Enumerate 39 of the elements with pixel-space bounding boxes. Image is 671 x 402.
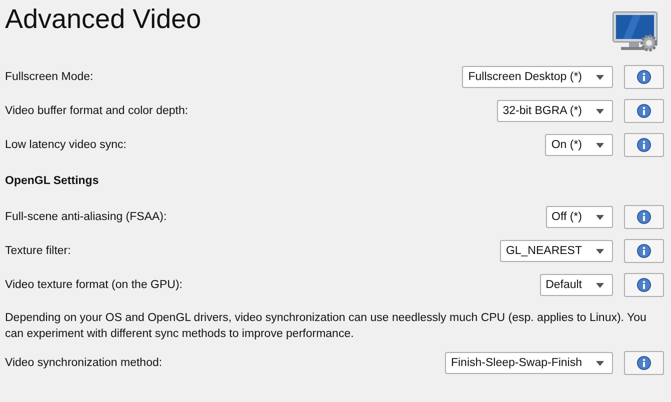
setting-label: Low latency video sync: xyxy=(5,139,128,151)
info-icon xyxy=(637,356,651,370)
info-button[interactable] xyxy=(624,273,664,297)
info-button[interactable] xyxy=(624,133,664,157)
setting-label: Fullscreen Mode: xyxy=(5,71,94,83)
dropdown[interactable]: Finish-Sleep-Swap-Finish xyxy=(444,352,613,374)
caret-icon xyxy=(596,360,604,366)
description-text: Depending on your OS and OpenGL drivers, video synchronization can use needlessly much CPU (esp. applies to Linux). You can experiment with different sync methods to improve performance. xyxy=(5,311,648,342)
setting-label: Video buffer format and color depth: xyxy=(5,105,190,117)
dropdown[interactable]: Default xyxy=(540,274,613,296)
setting-label: Texture filter: xyxy=(5,245,72,257)
info-icon xyxy=(637,70,651,84)
dropdown[interactable]: On (*) xyxy=(545,134,613,156)
info-icon xyxy=(637,244,651,258)
info-icon xyxy=(637,278,651,292)
setting-label: Video texture format (on the GPU): xyxy=(5,279,184,291)
caret-icon xyxy=(596,108,604,114)
section-heading: OpenGL Settings xyxy=(5,174,100,189)
dropdown[interactable]: 32-bit BGRA (*) xyxy=(496,100,613,122)
setting-label: Full-scene anti-aliasing (FSAA): xyxy=(5,211,168,223)
page-title: Advanced Video xyxy=(5,4,202,35)
dropdown[interactable]: GL_NEAREST xyxy=(500,240,613,262)
dropdown[interactable]: Fullscreen Desktop (*) xyxy=(462,66,613,88)
monitor-gear-icon xyxy=(611,10,659,52)
info-button[interactable] xyxy=(624,99,664,123)
caret-icon xyxy=(596,214,604,220)
info-icon xyxy=(637,210,651,224)
info-button[interactable] xyxy=(624,205,664,229)
info-button[interactable] xyxy=(624,351,664,375)
dropdown[interactable]: Off (*) xyxy=(546,206,613,228)
setting-label: Video synchronization method: xyxy=(5,357,164,369)
caret-icon xyxy=(596,74,604,80)
info-button[interactable] xyxy=(624,239,664,263)
caret-icon xyxy=(596,248,604,254)
info-button[interactable] xyxy=(624,65,664,89)
info-icon xyxy=(637,104,651,118)
caret-icon xyxy=(596,142,604,148)
caret-icon xyxy=(596,282,604,288)
info-icon xyxy=(637,138,651,152)
